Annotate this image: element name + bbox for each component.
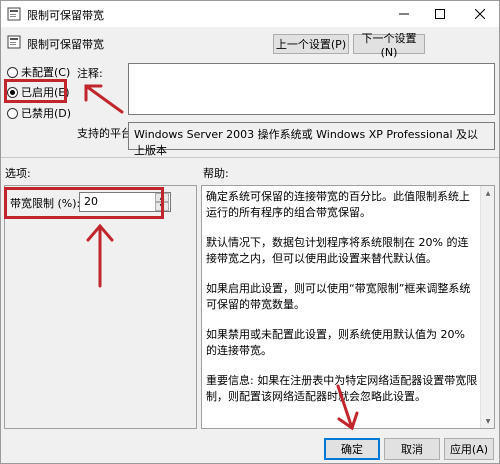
- help-paragraph: 重要信息: 如果在注册表中为特定网络适配器设置带宽限制，则配置该网络适配器时就会…: [206, 374, 478, 403]
- ok-button[interactable]: 确定: [324, 438, 380, 460]
- previous-setting-button[interactable]: 上一个设置(P): [273, 34, 349, 54]
- maximize-button[interactable]: [423, 1, 457, 27]
- help-label: 帮助:: [203, 167, 229, 180]
- annotation-box-enabled: [4, 79, 67, 103]
- platform-value: Windows Server 2003 操作系统或 Windows XP Pro…: [128, 122, 495, 157]
- close-button[interactable]: [463, 1, 497, 27]
- radio-circle: [7, 66, 18, 78]
- help-paragraph: 默认情况下，数据包计划程序将系统限制在 20% 的连接带宽之内，但可以使用此设置…: [206, 236, 469, 265]
- radio-label: 未配置(C): [21, 66, 71, 79]
- options-label: 选项:: [5, 167, 31, 180]
- radio-circle: [7, 107, 18, 119]
- policy-name: 限制可保留带宽: [27, 38, 104, 51]
- help-paragraph: 如果启用此设置，则可以使用“带宽限制”框来调整系统可保留的带宽数量。: [206, 282, 471, 311]
- scroll-down-icon[interactable]: ▼: [481, 414, 495, 428]
- minimize-icon: [399, 13, 409, 15]
- scroll-up-icon[interactable]: ▲: [481, 186, 495, 200]
- title-bar: 限制可保留带宽: [1, 1, 499, 27]
- help-paragraph: 确定系统可保留的连接带宽的百分比。此值限制系统上运行的所有程序的组合带宽保留。: [206, 190, 470, 219]
- radio-disabled[interactable]: 已禁用(D): [7, 105, 71, 121]
- cancel-button[interactable]: 取消: [384, 438, 440, 460]
- help-paragraph: 如果禁用或未配置此设置，则系统使用默认值为 20% 的连接带宽。: [206, 328, 465, 357]
- window-title: 限制可保留带宽: [27, 9, 104, 22]
- annotation-box-bandwidth: [4, 187, 164, 219]
- help-scrollbar[interactable]: ▲ ▼: [480, 186, 494, 428]
- radio-not-configured[interactable]: 未配置(C): [7, 64, 70, 80]
- comment-label: 注释:: [77, 67, 103, 80]
- comment-textarea[interactable]: [128, 63, 495, 115]
- close-icon: [475, 9, 485, 19]
- divider: [1, 157, 499, 158]
- help-pane: 确定系统可保留的连接带宽的百分比。此值限制系统上运行的所有程序的组合带宽保留。 …: [201, 185, 495, 429]
- apply-button[interactable]: 应用(A): [444, 438, 494, 460]
- minimize-button[interactable]: [387, 1, 421, 27]
- platform-label: 支持的平台:: [77, 127, 136, 140]
- policy-dialog: 限制可保留带宽 限制可保留带宽 上一个设置(P) 下一个设置(N) 未配置(C)…: [0, 0, 500, 464]
- maximize-icon: [435, 9, 445, 19]
- policy-settings-icon: [7, 7, 21, 21]
- options-pane: 带宽限制 (%): 20 ▲ ▼: [4, 185, 197, 429]
- next-setting-button[interactable]: 下一个设置(N): [353, 32, 425, 59]
- policy-icon: [7, 35, 21, 49]
- radio-label: 已禁用(D): [21, 107, 72, 120]
